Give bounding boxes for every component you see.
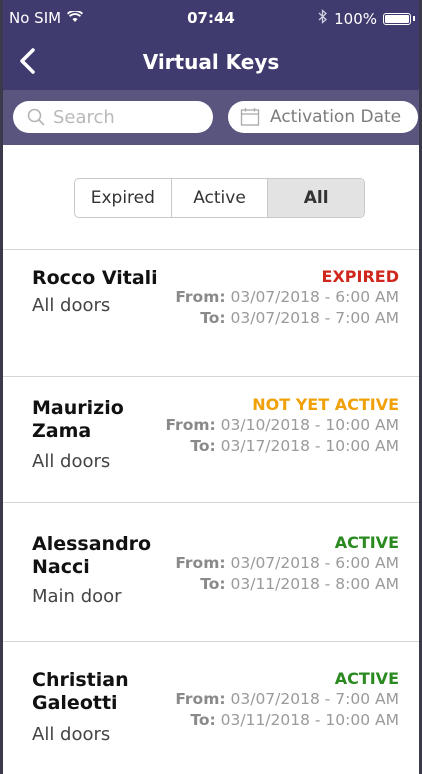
search-row: Activation Date xyxy=(3,90,419,145)
activation-date-label: Activation Date xyxy=(270,107,402,127)
to-label: To: xyxy=(190,711,216,729)
activation-date-filter[interactable]: Activation Date xyxy=(228,101,418,133)
to-value: 03/07/2018 - 7:00 AM xyxy=(230,309,400,327)
key-holder-name: Christian Galeotti xyxy=(32,669,129,714)
from-label: From: xyxy=(175,288,226,306)
to-label: To: xyxy=(200,575,226,593)
from-date: From: 03/07/2018 - 6:00 AM xyxy=(175,287,399,308)
tab-all[interactable]: All xyxy=(268,179,364,217)
status-bar: No SIM 07:44 100% xyxy=(3,0,419,34)
tab-expired[interactable]: Expired xyxy=(75,179,172,217)
to-label: To: xyxy=(190,437,216,455)
to-value: 03/11/2018 - 10:00 AM xyxy=(220,711,399,729)
status-badge: ACTIVE xyxy=(334,669,399,688)
status-segmented-control: Expired Active All xyxy=(74,178,365,218)
key-details: ACTIVE From: 03/07/2018 - 7:00 AM To: 03… xyxy=(175,669,399,731)
list-item[interactable]: Alessandro Nacci Main door ACTIVE From: … xyxy=(3,503,419,642)
status-badge: NOT YET ACTIVE xyxy=(252,395,399,414)
to-date: To: 03/11/2018 - 8:00 AM xyxy=(175,574,399,595)
from-value: 03/07/2018 - 6:00 AM xyxy=(230,554,400,572)
key-doors: All doors xyxy=(32,451,111,472)
from-value: 03/07/2018 - 6:00 AM xyxy=(230,288,400,306)
bluetooth-icon xyxy=(318,9,328,28)
search-field[interactable] xyxy=(13,101,213,133)
header: No SIM 07:44 100% Virtual Keys Search Ac… xyxy=(3,0,419,145)
key-doors: All doors xyxy=(32,724,111,745)
key-holder-name: Maurizio Zama xyxy=(32,397,124,442)
from-value: 03/07/2018 - 7:00 AM xyxy=(230,690,400,708)
from-label: From: xyxy=(175,690,226,708)
key-holder-name: Alessandro Nacci xyxy=(32,533,152,578)
from-date: From: 03/10/2018 - 10:00 AM xyxy=(165,415,399,436)
status-badge: EXPIRED xyxy=(321,267,399,286)
key-details: ACTIVE From: 03/07/2018 - 6:00 AM To: 03… xyxy=(175,533,399,595)
key-doors: Main door xyxy=(32,586,122,607)
battery-fill xyxy=(385,14,409,23)
virtual-keys-list: Rocco Vitali All doors EXPIRED From: 03/… xyxy=(3,250,419,769)
nav-bar: Virtual Keys xyxy=(3,36,419,86)
filter-area: Expired Active All xyxy=(3,145,419,250)
to-date: To: 03/11/2018 - 10:00 AM xyxy=(175,710,399,731)
from-label: From: xyxy=(175,554,226,572)
from-label: From: xyxy=(165,416,216,434)
to-date: To: 03/07/2018 - 7:00 AM xyxy=(175,308,399,329)
to-value: 03/11/2018 - 8:00 AM xyxy=(230,575,400,593)
key-holder-name: Rocco Vitali xyxy=(32,267,158,289)
battery-cap xyxy=(413,16,415,21)
key-details: EXPIRED From: 03/07/2018 - 6:00 AM To: 0… xyxy=(175,267,399,329)
calendar-icon xyxy=(240,108,260,126)
from-date: From: 03/07/2018 - 6:00 AM xyxy=(175,553,399,574)
tab-active[interactable]: Active xyxy=(172,179,269,217)
key-details: NOT YET ACTIVE From: 03/10/2018 - 10:00 … xyxy=(165,395,399,457)
battery-icon xyxy=(383,12,411,25)
key-doors: All doors xyxy=(32,295,111,316)
from-value: 03/10/2018 - 10:00 AM xyxy=(220,416,399,434)
to-label: To: xyxy=(200,309,226,327)
battery-percent: 100% xyxy=(334,9,377,28)
status-right: 100% xyxy=(318,9,415,28)
list-item[interactable]: Maurizio Zama All doors NOT YET ACTIVE F… xyxy=(3,377,419,503)
search-input[interactable] xyxy=(53,106,193,128)
page-title: Virtual Keys xyxy=(142,50,280,74)
list-item[interactable]: Rocco Vitali All doors EXPIRED From: 03/… xyxy=(3,250,419,377)
search-icon xyxy=(27,108,45,126)
to-date: To: 03/17/2018 - 10:00 AM xyxy=(165,436,399,457)
status-badge: ACTIVE xyxy=(334,533,399,552)
app-frame: No SIM 07:44 100% Virtual Keys Search Ac… xyxy=(0,0,422,774)
list-item[interactable]: Christian Galeotti All doors ACTIVE From… xyxy=(3,642,419,769)
to-value: 03/17/2018 - 10:00 AM xyxy=(220,437,399,455)
from-date: From: 03/07/2018 - 7:00 AM xyxy=(175,689,399,710)
